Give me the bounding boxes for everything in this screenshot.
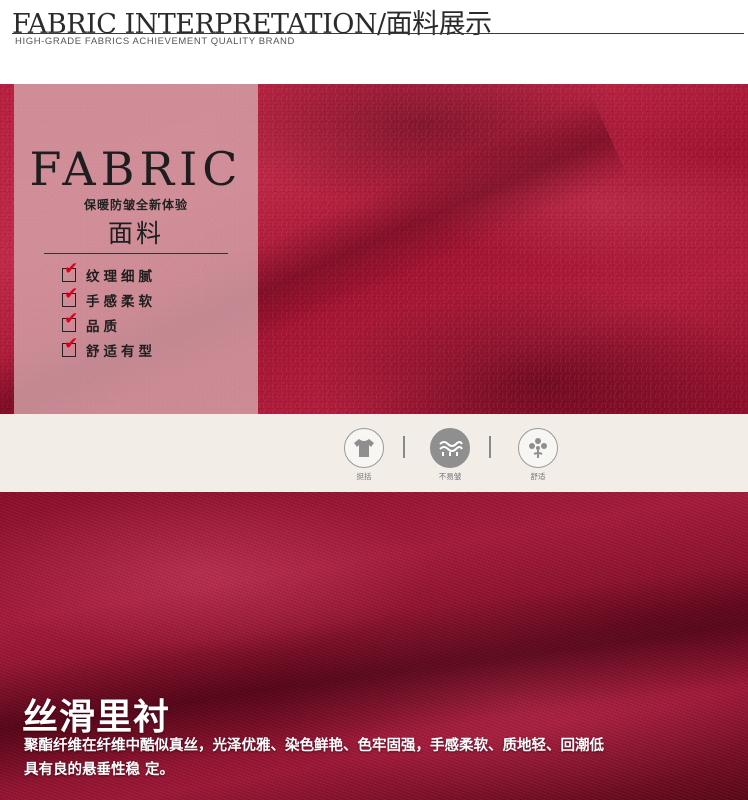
icon-divider	[489, 436, 491, 458]
fabric-info-panel: FABRIC 保暖防皱全新体验 面料 ✔ 纹理细腻 ✔ 手感柔软 ✔ 品质 ✔ …	[14, 84, 258, 414]
feature-label: 品质	[86, 318, 121, 335]
panel-divider	[44, 253, 228, 254]
badge-comfort: 舒适	[518, 428, 558, 482]
feature-item: ✔ 舒适有型	[62, 335, 156, 362]
feature-label: 纹理细腻	[86, 268, 156, 285]
tshirt-icon	[344, 428, 384, 468]
icon-divider	[403, 436, 405, 458]
fabric-heading: FABRIC	[29, 142, 243, 196]
feature-list: ✔ 纹理细腻 ✔ 手感柔软 ✔ 品质 ✔ 舒适有型	[62, 260, 156, 362]
feature-icon-strip: 挺括 不易皱 舒适	[0, 414, 748, 492]
fabric-slogan: 保暖防皱全新体验	[83, 198, 188, 212]
header-divider	[12, 33, 744, 34]
badge-label: 舒适	[530, 472, 546, 481]
badge-crisp: 挺括	[344, 428, 384, 482]
lining-description-line: 聚酯纤维在纤维中酷似真丝，光泽优雅、染色鲜艳、色牢固强，手感柔软、质地轻、回潮低	[24, 738, 604, 754]
checkbox-checked-icon: ✔	[62, 285, 78, 307]
badge-label: 挺括	[356, 472, 372, 481]
lining-description-line: 具有良的悬垂性稳 定。	[24, 762, 175, 778]
badge-label: 不易皱	[438, 472, 462, 481]
lining-description: 聚酯纤维在纤维中酷似真丝，光泽优雅、染色鲜艳、色牢固强，手感柔软、质地轻、回潮低…	[24, 734, 724, 782]
checkbox-checked-icon: ✔	[62, 335, 78, 357]
comfort-icon	[518, 428, 558, 468]
badge-wrinkle-free: 不易皱	[430, 428, 470, 482]
checkbox-checked-icon: ✔	[62, 260, 78, 282]
feature-label: 舒适有型	[86, 343, 156, 360]
lining-title: 丝滑里衬	[22, 697, 171, 738]
page-header: FABRIC INTERPRETATION/面料展示 HIGH-GRADE FA…	[0, 0, 748, 84]
checkbox-checked-icon: ✔	[62, 310, 78, 332]
feature-label: 手感柔软	[86, 293, 156, 310]
fabric-title-cn: 面料	[107, 219, 164, 248]
wrinkle-resistant-icon	[430, 428, 470, 468]
section-subtitle: HIGH-GRADE FABRICS ACHIEVEMENT QUALITY B…	[15, 36, 295, 47]
